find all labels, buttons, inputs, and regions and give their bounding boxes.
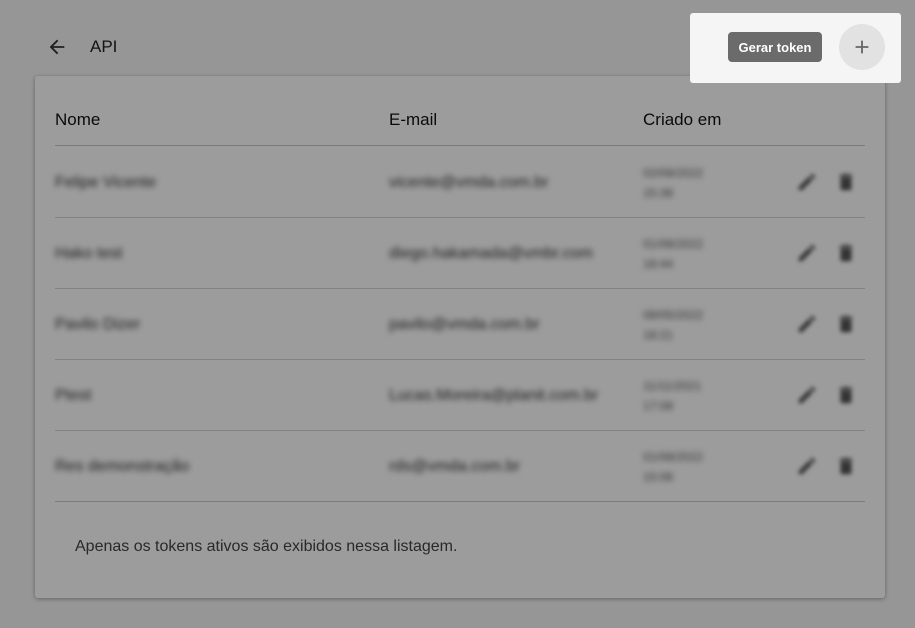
generate-token-tooltip: Gerar token (728, 32, 822, 62)
add-token-button[interactable] (839, 24, 885, 70)
highlighted-actions: Gerar token (690, 13, 901, 83)
tutorial-overlay[interactable] (0, 0, 915, 628)
plus-icon (855, 40, 869, 54)
